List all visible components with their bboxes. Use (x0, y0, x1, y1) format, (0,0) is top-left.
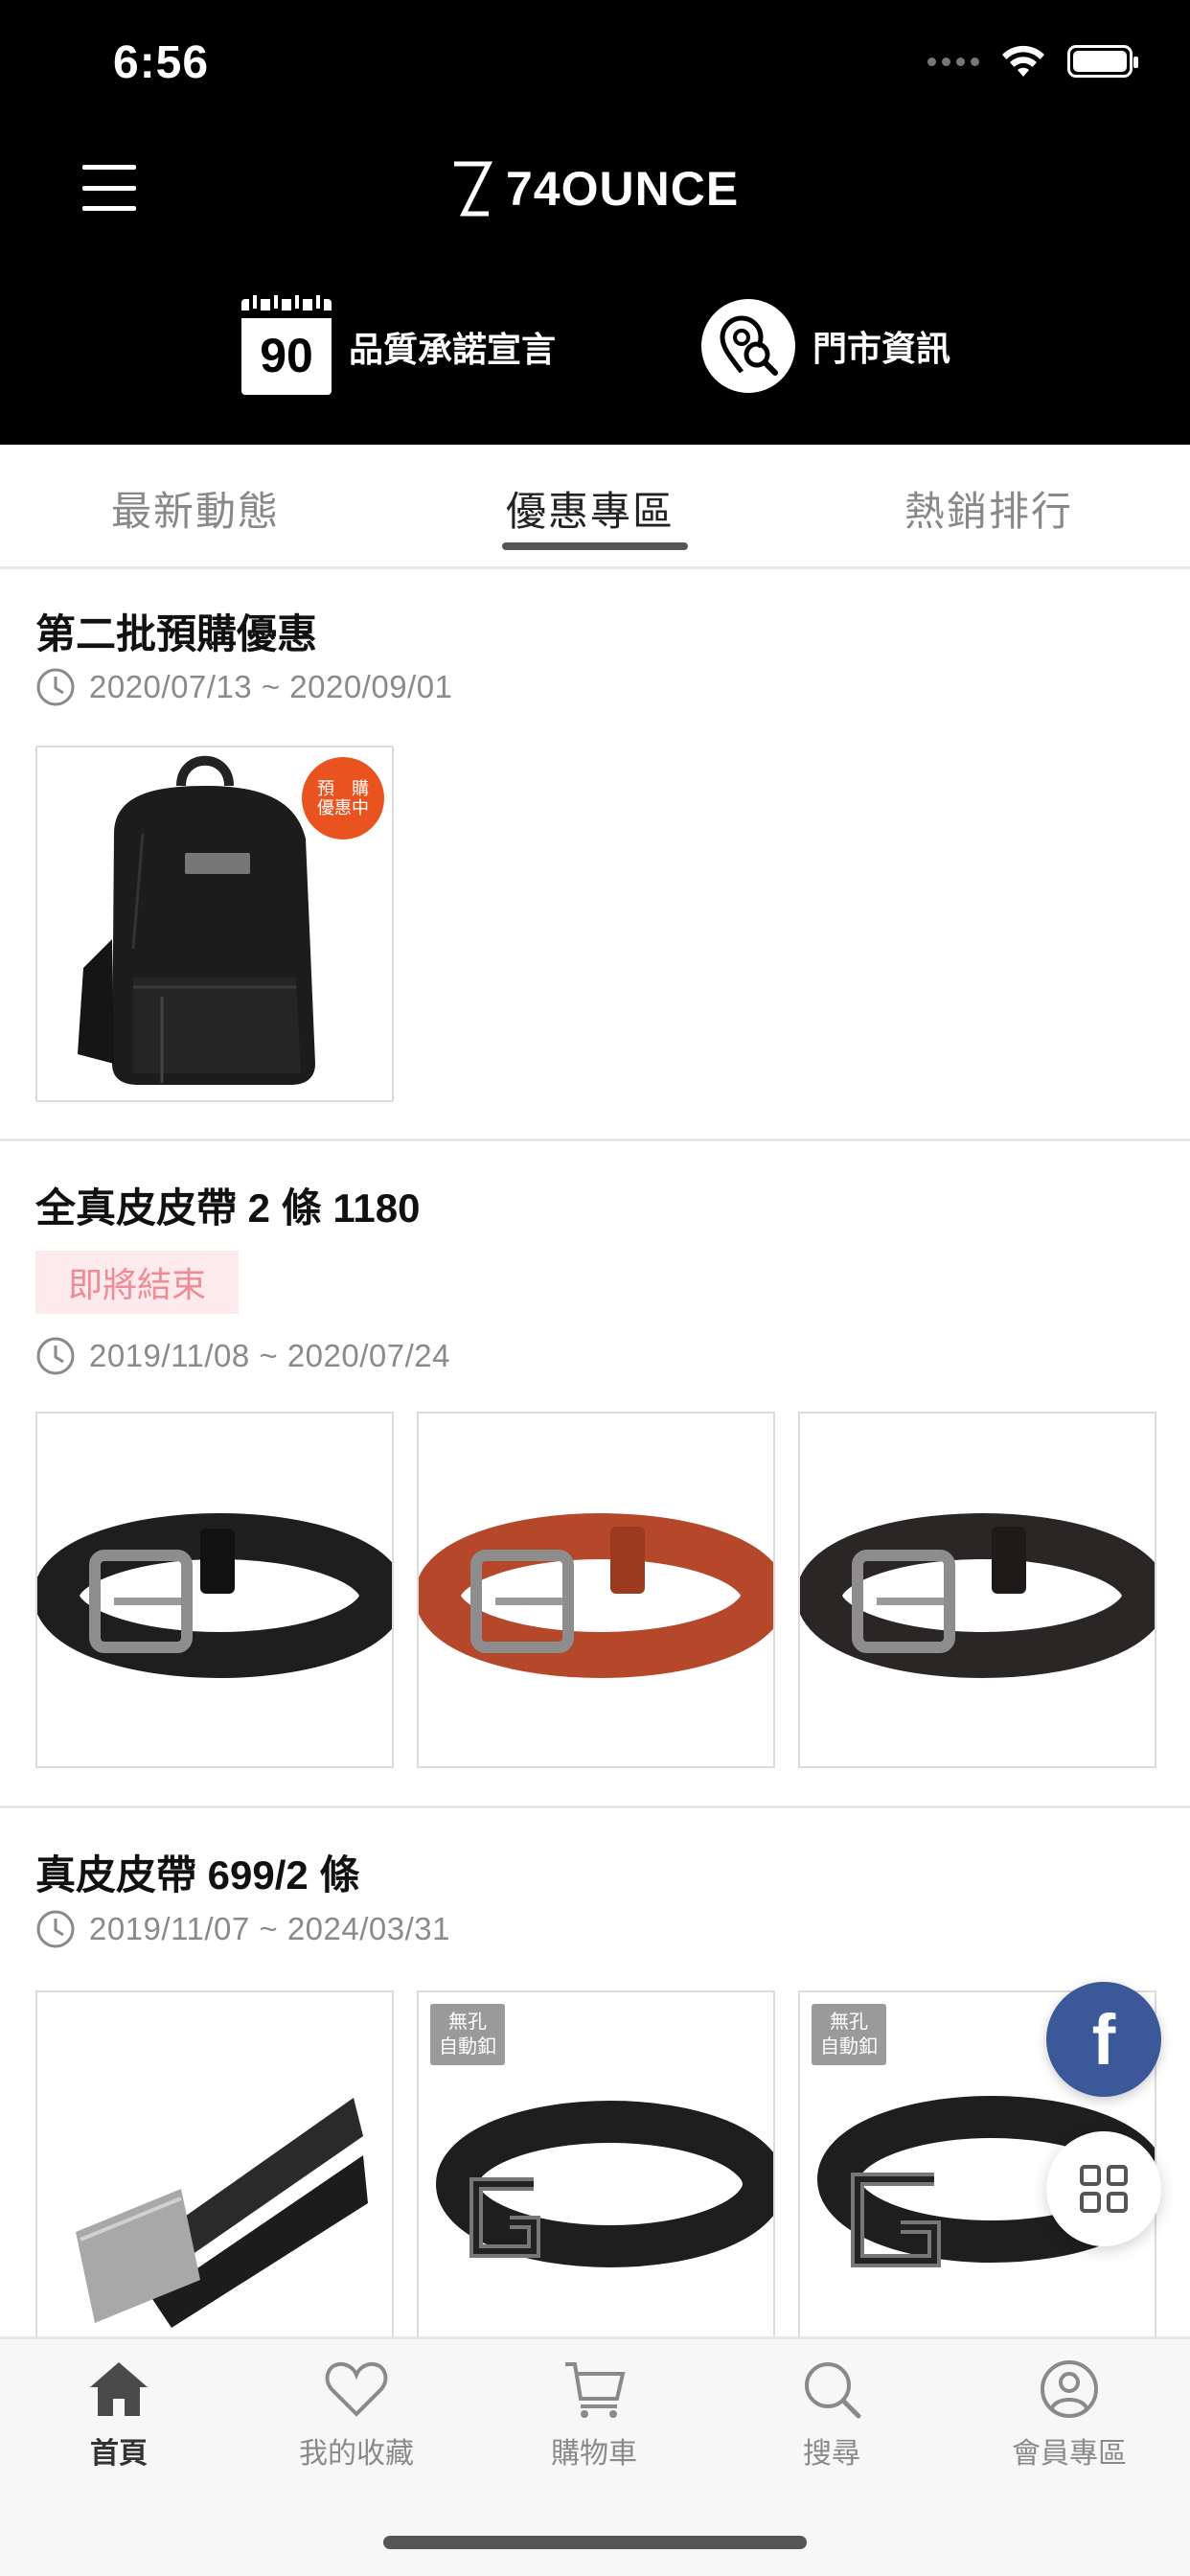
product-thumb-brown-belt[interactable] (417, 1412, 775, 1768)
wifi-icon (1002, 45, 1044, 77)
brand-name: 74OUNCE (506, 162, 740, 216)
category-tabs: 最新動態 優惠專區 熱銷排行 (0, 445, 1190, 569)
product-thumb-g-buckle-belt[interactable]: 無孔 自動釦 (417, 1990, 775, 2336)
nav-home-label: 首頁 (90, 2438, 148, 2470)
ending-soon-tag: 即將結束 (35, 1251, 239, 1314)
promotion-date-row: 2019/11/07 ~ 2024/03/31 (35, 1909, 450, 1949)
auto-buckle-badge: 無孔 自動釦 (812, 2004, 886, 2065)
heart-icon (325, 2361, 388, 2417)
quality-promise-label: 品質承諾宣言 (349, 330, 557, 369)
nav-member-label: 會員專區 (1012, 2438, 1127, 2470)
clock-icon (36, 668, 75, 706)
user-icon (1041, 2360, 1098, 2418)
facebook-icon: f (1091, 1999, 1116, 2080)
product-thumb-dark-brown-belt[interactable] (798, 1412, 1156, 1768)
menu-button[interactable] (82, 165, 136, 211)
promotion-date: 2019/11/07 ~ 2024/03/31 (89, 1911, 450, 1946)
tab-latest-news[interactable]: 最新動態 (111, 479, 280, 538)
promotion-date-row: 2019/11/08 ~ 2020/07/24 (35, 1336, 450, 1376)
product-thumbnails (35, 1412, 1156, 1768)
brand-mark-icon (454, 161, 492, 217)
product-thumb-black-belt[interactable] (35, 1412, 394, 1768)
cellular-signal-icon (927, 57, 979, 66)
nav-favorites[interactable]: 我的收藏 (261, 2358, 452, 2472)
product-thumbnails: 預 購 優惠中 (35, 746, 394, 1102)
nav-search-label: 搜尋 (803, 2438, 860, 2470)
brown-belt-image (419, 1513, 773, 1678)
status-bar: 6:56 (0, 0, 1190, 125)
calendar-90-icon: 90 (241, 291, 332, 395)
auto-buckle-badge-line1: 無孔 (448, 2012, 487, 2033)
promotion-date: 2020/07/13 ~ 2020/09/01 (89, 669, 453, 704)
quality-promise-link[interactable]: 90 品質承諾宣言 (241, 291, 557, 395)
product-thumb-plate-buckle-belt[interactable] (35, 1990, 394, 2336)
search-icon (805, 2362, 861, 2419)
tab-promotions[interactable]: 優惠專區 (506, 479, 675, 538)
brand-logo[interactable]: 74OUNCE (450, 161, 739, 217)
auto-buckle-badge-line2: 自動釦 (820, 2036, 878, 2058)
promotion-title: 全真皮皮帶 2 條 1180 (35, 1185, 421, 1230)
auto-buckle-badge-line1: 無孔 (830, 2012, 868, 2033)
nav-cart-label: 購物車 (551, 2438, 637, 2470)
status-icons (927, 44, 1138, 79)
clock-icon (36, 1910, 75, 1948)
clock-icon (36, 1337, 75, 1375)
black-belt-image (37, 1513, 392, 1678)
app-screen: 6:56 74OUNCE 90 品質承諾宣言 門市資訊 最新動態 優惠專區 熱銷… (0, 0, 1190, 2576)
product-thumbnails: 無孔 自動釦 無孔 自動釦 (35, 1990, 1156, 2336)
battery-icon (1067, 45, 1138, 78)
preorder-badge: 預 購 優惠中 (302, 757, 384, 840)
promotion-date: 2019/11/08 ~ 2020/07/24 (89, 1338, 450, 1373)
store-info-label: 門市資訊 (812, 329, 951, 368)
nav-cart[interactable]: 購物車 (498, 2358, 690, 2472)
preorder-badge-line2: 優惠中 (317, 798, 369, 817)
promotion-date-row: 2020/07/13 ~ 2020/09/01 (35, 667, 452, 707)
app-header: 6:56 74OUNCE 90 品質承諾宣言 門市資訊 (0, 0, 1190, 445)
auto-buckle-badge-line2: 自動釦 (439, 2036, 496, 2058)
product-thumb-backpack[interactable]: 預 購 優惠中 (35, 746, 394, 1102)
quick-menu-button[interactable] (1046, 2131, 1161, 2246)
store-search-icon (701, 299, 795, 393)
nav-home[interactable]: 首頁 (23, 2358, 215, 2472)
status-time: 6:56 (113, 37, 210, 88)
active-tab-indicator (502, 542, 688, 550)
nav-member[interactable]: 會員專區 (973, 2358, 1165, 2472)
home-indicator (383, 2536, 807, 2549)
calendar-badge: 90 (260, 329, 313, 382)
cart-icon (565, 2362, 626, 2418)
dark-brown-belt-image (800, 1513, 1155, 1678)
home-icon (90, 2362, 148, 2416)
nav-favorites-label: 我的收藏 (299, 2438, 414, 2470)
plate-buckle-belt-image (76, 2098, 368, 2328)
store-info-link[interactable]: 門市資訊 (701, 299, 950, 393)
promotion-title: 第二批預購優惠 (35, 611, 318, 656)
facebook-button[interactable]: f (1046, 1982, 1161, 2097)
grid-icon (1080, 2165, 1128, 2213)
auto-buckle-badge: 無孔 自動釦 (430, 2004, 505, 2065)
nav-search[interactable]: 搜尋 (736, 2358, 927, 2472)
promotion-card[interactable]: 全真皮皮帶 2 條 1180 即將結束 2019/11/08 ~ 2020/07… (0, 1141, 1190, 1806)
promotion-card[interactable]: 第二批預購優惠 2020/07/13 ~ 2020/09/01 預 購 優惠中 (0, 569, 1190, 1140)
tab-best-sellers[interactable]: 熱銷排行 (904, 479, 1073, 538)
promotion-card[interactable]: 真皮皮帶 699/2 條 2019/11/07 ~ 2024/03/31 無孔 … (0, 1808, 1190, 2336)
promotion-title: 真皮皮帶 699/2 條 (35, 1852, 360, 1898)
preorder-badge-line1: 預 購 (317, 779, 369, 798)
